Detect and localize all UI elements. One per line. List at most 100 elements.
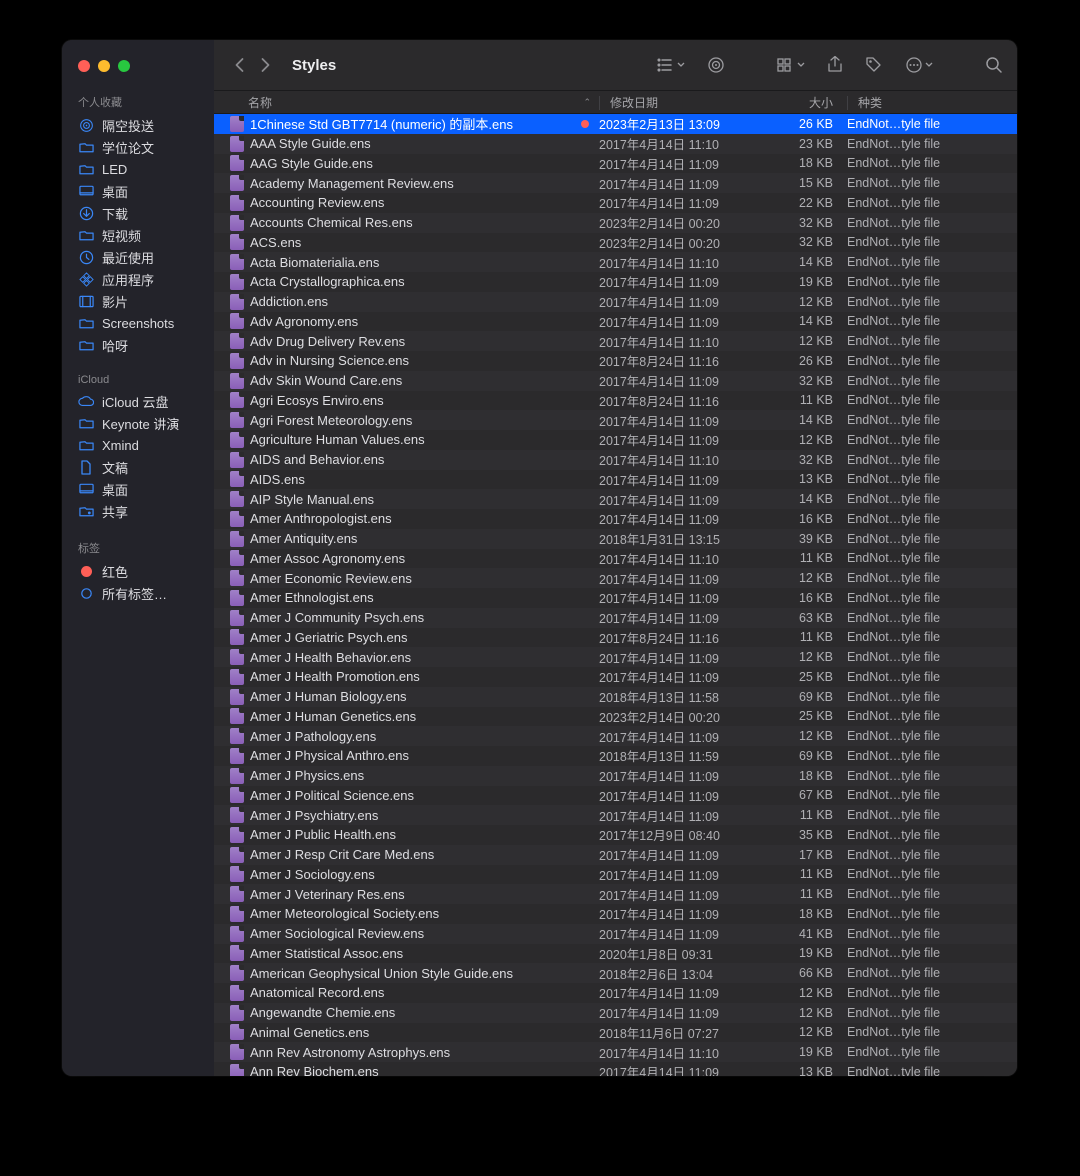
file-row[interactable]: Agri Ecosys Enviro.ens 2017年8月24日 11:16 … [214, 391, 1017, 411]
close-icon[interactable] [78, 60, 90, 72]
sidebar-item[interactable]: Screenshots [62, 312, 214, 334]
file-row[interactable]: Addiction.ens 2017年4月14日 11:09 12 KB End… [214, 292, 1017, 312]
file-icon [230, 531, 244, 547]
file-row[interactable]: Amer J Health Promotion.ens 2017年4月14日 1… [214, 667, 1017, 687]
file-row[interactable]: Adv in Nursing Science.ens 2017年8月24日 11… [214, 351, 1017, 371]
file-row[interactable]: Academy Management Review.ens 2017年4月14日… [214, 173, 1017, 193]
sidebar-item[interactable]: iCloud 云盘 [62, 390, 214, 412]
file-row[interactable]: Amer Anthropologist.ens 2017年4月14日 11:09… [214, 509, 1017, 529]
file-kind: EndNot…tyle file [847, 176, 1017, 190]
file-row[interactable]: Adv Agronomy.ens 2017年4月14日 11:09 14 KB … [214, 312, 1017, 332]
column-header-date[interactable]: 修改日期 [599, 94, 759, 111]
nav-back-button[interactable] [228, 54, 250, 76]
sidebar-item[interactable]: 所有标签… [62, 582, 214, 604]
file-date: 2017年4月14日 11:09 [599, 312, 759, 331]
file-row[interactable]: Amer Antiquity.ens 2018年1月31日 13:15 39 K… [214, 529, 1017, 549]
sidebar-item[interactable]: 哈呀 [62, 334, 214, 356]
file-row[interactable]: AIDS.ens 2017年4月14日 11:09 13 KB EndNot…t… [214, 470, 1017, 490]
file-row[interactable]: Amer J Pathology.ens 2017年4月14日 11:09 12… [214, 726, 1017, 746]
file-row[interactable]: Accounting Review.ens 2017年4月14日 11:09 2… [214, 193, 1017, 213]
sidebar-item[interactable]: 影片 [62, 290, 214, 312]
zoom-icon[interactable] [118, 60, 130, 72]
sidebar-item[interactable]: 共享 [62, 500, 214, 522]
sidebar-item[interactable]: Xmind [62, 434, 214, 456]
file-row[interactable]: AAG Style Guide.ens 2017年4月14日 11:09 18 … [214, 154, 1017, 174]
action-button[interactable] [905, 56, 933, 74]
file-row[interactable]: Amer J Physics.ens 2017年4月14日 11:09 18 K… [214, 766, 1017, 786]
sidebar-item[interactable]: 短视频 [62, 224, 214, 246]
file-row[interactable]: Animal Genetics.ens 2018年11月6日 07:27 12 … [214, 1023, 1017, 1043]
file-row[interactable]: Amer Sociological Review.ens 2017年4月14日 … [214, 924, 1017, 944]
file-row[interactable]: Amer J Human Biology.ens 2018年4月13日 11:5… [214, 687, 1017, 707]
file-row[interactable]: Amer J Resp Crit Care Med.ens 2017年4月14日… [214, 845, 1017, 865]
file-row[interactable]: Amer J Human Genetics.ens 2023年2月14日 00:… [214, 707, 1017, 727]
file-icon [230, 1005, 244, 1021]
column-header-size[interactable]: 大小 [759, 94, 847, 111]
file-row[interactable]: Ann Rev Biochem.ens 2017年4月14日 11:09 13 … [214, 1062, 1017, 1076]
file-row[interactable]: Amer J Veterinary Res.ens 2017年4月14日 11:… [214, 884, 1017, 904]
sidebar-item[interactable]: 学位论文 [62, 136, 214, 158]
file-date: 2017年4月14日 11:09 [599, 904, 759, 923]
sidebar-item[interactable]: 应用程序 [62, 268, 214, 290]
file-kind: EndNot…tyle file [847, 670, 1017, 684]
file-row[interactable]: American Geophysical Union Style Guide.e… [214, 963, 1017, 983]
sidebar-item[interactable]: Keynote 讲演 [62, 412, 214, 434]
file-row[interactable]: Amer Economic Review.ens 2017年4月14日 11:0… [214, 568, 1017, 588]
file-row[interactable]: AIDS and Behavior.ens 2017年4月14日 11:10 3… [214, 450, 1017, 470]
file-row[interactable]: Anatomical Record.ens 2017年4月14日 11:09 1… [214, 983, 1017, 1003]
file-row[interactable]: Amer Ethnologist.ens 2017年4月14日 11:09 16… [214, 588, 1017, 608]
sidebar-item[interactable]: 隔空投送 [62, 114, 214, 136]
group-button[interactable] [777, 58, 805, 72]
file-row[interactable]: Ann Rev Astronomy Astrophys.ens 2017年4月1… [214, 1042, 1017, 1062]
file-row[interactable]: AAA Style Guide.ens 2017年4月14日 11:10 23 … [214, 134, 1017, 154]
file-row[interactable]: Adv Skin Wound Care.ens 2017年4月14日 11:09… [214, 371, 1017, 391]
share-button[interactable] [827, 56, 843, 74]
file-row[interactable]: AIP Style Manual.ens 2017年4月14日 11:09 14… [214, 489, 1017, 509]
file-row[interactable]: Agri Forest Meteorology.ens 2017年4月14日 1… [214, 410, 1017, 430]
file-row[interactable]: Amer J Psychiatry.ens 2017年4月14日 11:09 1… [214, 805, 1017, 825]
file-row[interactable]: Amer J Geriatric Psych.ens 2017年8月24日 11… [214, 628, 1017, 648]
file-row[interactable]: Accounts Chemical Res.ens 2023年2月14日 00:… [214, 213, 1017, 233]
column-header-kind[interactable]: 种类 [847, 94, 1017, 111]
file-row[interactable]: ACS.ens 2023年2月14日 00:20 32 KB EndNot…ty… [214, 233, 1017, 253]
file-kind: EndNot…tyle file [847, 867, 1017, 881]
file-size: 19 KB [759, 1045, 847, 1059]
sidebar-item[interactable]: 最近使用 [62, 246, 214, 268]
sidebar-item[interactable]: 桌面 [62, 180, 214, 202]
movies-icon [78, 293, 94, 309]
file-row[interactable]: Acta Crystallographica.ens 2017年4月14日 11… [214, 272, 1017, 292]
sidebar-item[interactable]: 红色 [62, 560, 214, 582]
column-header-name[interactable]: 名称 ⌃ [214, 94, 599, 111]
file-name: Animal Genetics.ens [250, 1025, 599, 1040]
file-row[interactable]: Amer J Physical Anthro.ens 2018年4月13日 11… [214, 746, 1017, 766]
file-row[interactable]: Angewandte Chemie.ens 2017年4月14日 11:09 1… [214, 1003, 1017, 1023]
file-row[interactable]: Agriculture Human Values.ens 2017年4月14日 … [214, 430, 1017, 450]
sidebar-section-label: 个人收藏 [62, 90, 214, 114]
file-row[interactable]: Amer J Public Health.ens 2017年12月9日 08:4… [214, 825, 1017, 845]
file-row[interactable]: Amer J Sociology.ens 2017年4月14日 11:09 11… [214, 865, 1017, 885]
file-row[interactable]: Amer Statistical Assoc.ens 2020年1月8日 09:… [214, 944, 1017, 964]
file-row[interactable]: Amer J Political Science.ens 2017年4月14日 … [214, 786, 1017, 806]
file-size: 12 KB [759, 571, 847, 585]
sidebar-item[interactable]: 下载 [62, 202, 214, 224]
file-row[interactable]: Amer J Health Behavior.ens 2017年4月14日 11… [214, 647, 1017, 667]
sidebar-item[interactable]: LED [62, 158, 214, 180]
minimize-icon[interactable] [98, 60, 110, 72]
file-row[interactable]: Amer Assoc Agronomy.ens 2017年4月14日 11:10… [214, 549, 1017, 569]
file-icon [230, 136, 244, 152]
file-icon [230, 392, 244, 408]
airdrop-icon[interactable] [707, 56, 725, 74]
search-button[interactable] [985, 56, 1003, 74]
file-kind: EndNot…tyle file [847, 1006, 1017, 1020]
file-row[interactable]: Amer Meteorological Society.ens 2017年4月1… [214, 904, 1017, 924]
view-list-button[interactable] [657, 58, 685, 72]
file-row[interactable]: Adv Drug Delivery Rev.ens 2017年4月14日 11:… [214, 331, 1017, 351]
file-row[interactable]: 1Chinese Std GBT7714 (numeric) 的副本.ens 2… [214, 114, 1017, 134]
file-row[interactable]: Acta Biomaterialia.ens 2017年4月14日 11:10 … [214, 252, 1017, 272]
sidebar-item[interactable]: 桌面 [62, 478, 214, 500]
tag-button[interactable] [865, 56, 883, 74]
sidebar-item[interactable]: 文稿 [62, 456, 214, 478]
file-name: Agriculture Human Values.ens [250, 432, 599, 447]
file-row[interactable]: Amer J Community Psych.ens 2017年4月14日 11… [214, 608, 1017, 628]
nav-forward-button[interactable] [254, 54, 276, 76]
